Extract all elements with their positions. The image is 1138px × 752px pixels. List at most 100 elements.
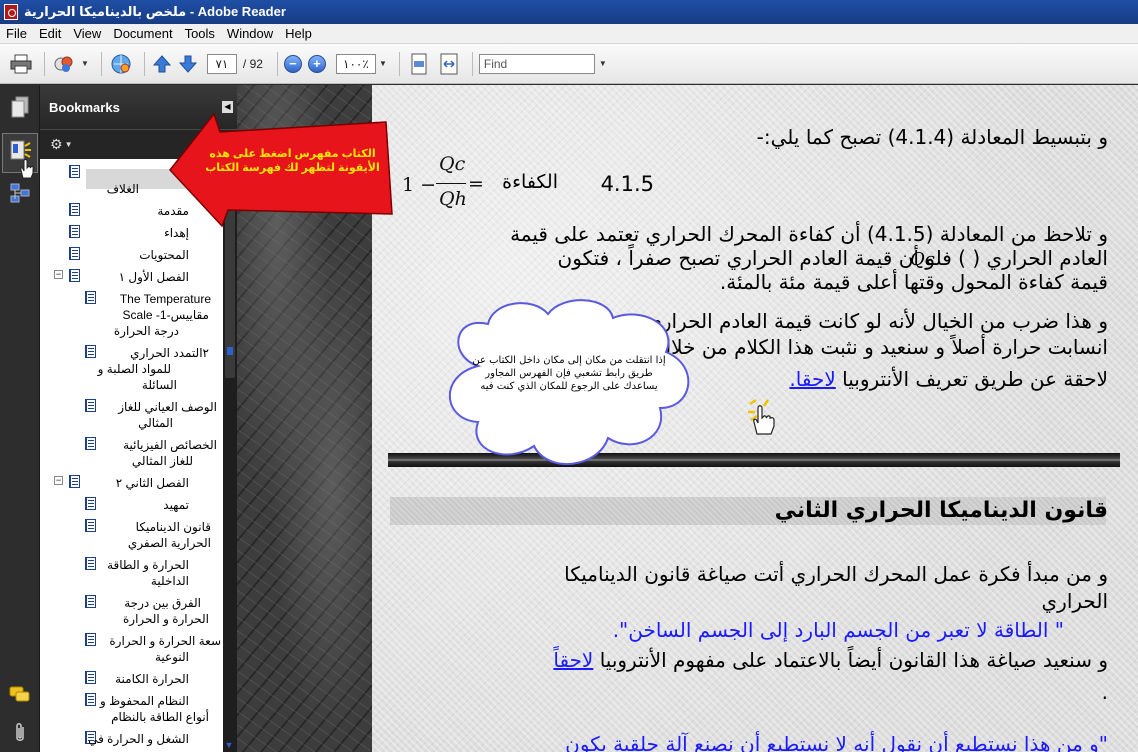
menu-file[interactable]: File bbox=[0, 26, 33, 41]
bookmark-item[interactable]: سعة الحرارة و الحرارة bbox=[109, 633, 221, 649]
options-dropdown-icon[interactable]: ▼ bbox=[65, 140, 73, 149]
bookmark-page-icon bbox=[85, 595, 96, 608]
collapse-toggle-icon[interactable]: − bbox=[54, 476, 63, 485]
bookmark-page-icon bbox=[85, 519, 96, 532]
equation-numerator: Qc bbox=[439, 153, 466, 175]
menu-help[interactable]: Help bbox=[279, 26, 318, 41]
menu-edit[interactable]: Edit bbox=[33, 26, 67, 41]
zoom-dropdown-icon[interactable]: ▼ bbox=[379, 59, 387, 68]
bookmark-item[interactable]: ٢التمدد الحراري bbox=[130, 345, 209, 361]
bookmark-item[interactable]: قانون الديناميكا bbox=[136, 519, 211, 535]
fit-page-icon bbox=[411, 53, 427, 74]
bookmark-item[interactable]: السائلة bbox=[142, 377, 177, 393]
bookmark-item[interactable]: الوصف العياني للغاز bbox=[118, 399, 217, 415]
zoom-level-input[interactable]: ١٠٠٪ bbox=[335, 53, 376, 74]
scroll-down-icon[interactable]: ▼ bbox=[223, 740, 235, 750]
red-callout-text: الكتاب مفهرس اضغط على هذه الأيقونة لتظهر… bbox=[205, 148, 380, 174]
law-quote: " الطاقة لا تعبر من الجسم البارد إلى الج… bbox=[612, 618, 1064, 642]
bookmark-item[interactable]: المحتويات bbox=[139, 247, 189, 263]
globe-update-icon bbox=[111, 54, 131, 73]
menu-tools[interactable]: Tools bbox=[179, 26, 221, 41]
gear-icon[interactable]: ⚙ bbox=[50, 136, 63, 153]
doc-line: لاحقة عن طريق تعريف الأنتروبيا لاحقا. bbox=[789, 368, 1108, 391]
arrow-down-icon bbox=[178, 55, 198, 73]
attachments-icon[interactable] bbox=[8, 721, 32, 745]
fit-width-icon bbox=[440, 53, 458, 74]
bookmark-page-icon bbox=[85, 693, 96, 706]
page-number-input[interactable]: ٧١ bbox=[206, 53, 237, 74]
bookmark-item[interactable]: درجة الحرارة bbox=[114, 323, 179, 339]
bookmark-item[interactable]: النظام المحفوظ و bbox=[100, 693, 189, 709]
doc-line: و تلاحظ من المعادلة (4.1.5) أن كفاءة الم… bbox=[510, 222, 1108, 246]
collapse-toggle-icon[interactable]: − bbox=[54, 270, 63, 279]
bookmark-page-icon bbox=[85, 291, 96, 304]
update-button[interactable] bbox=[108, 51, 134, 77]
doc-line: العادم الحراري ( ) فلو أن قيمة العادم ال… bbox=[557, 246, 1109, 270]
pages-icon[interactable] bbox=[8, 95, 32, 119]
adobe-reader-icon bbox=[4, 4, 18, 20]
bookmark-item[interactable]: الشغل و الحرارة في bbox=[88, 731, 189, 747]
page-total: / 92 bbox=[242, 56, 263, 71]
bookmark-item[interactable]: الفرق بين درجة bbox=[124, 595, 201, 611]
print-button[interactable] bbox=[8, 51, 34, 77]
toolbar-separator bbox=[44, 51, 45, 76]
toolbar-separator bbox=[143, 51, 145, 76]
layers-icon[interactable] bbox=[8, 181, 32, 205]
arrow-up-icon bbox=[152, 54, 172, 72]
bookmark-item[interactable]: الخصائص الفيزيائية bbox=[123, 437, 217, 453]
equation-denominator: Qh bbox=[439, 188, 467, 210]
zoom-in-button[interactable]: + bbox=[307, 54, 326, 73]
bookmark-item[interactable]: الفصل الأول ١ bbox=[119, 269, 189, 285]
bookmark-item[interactable]: الغلاف bbox=[107, 181, 139, 197]
bookmark-item[interactable]: The Temperature bbox=[120, 291, 211, 307]
later-link-2[interactable]: لاحقاً bbox=[553, 648, 593, 672]
bookmark-item[interactable]: تمهيد bbox=[163, 497, 189, 513]
fit-page-button[interactable] bbox=[406, 51, 432, 77]
bookmark-item[interactable]: الحرارية الصفري bbox=[128, 535, 211, 551]
toolbar: ▼ ٧١ / 92 − + ١٠٠٪ ▼ Find ▼ bbox=[0, 44, 1138, 84]
next-page-button[interactable] bbox=[177, 53, 199, 75]
find-dropdown-icon[interactable]: ▼ bbox=[599, 59, 607, 68]
bookmark-item[interactable]: الحرارة و الحرارة bbox=[123, 611, 209, 627]
bookmark-page-icon bbox=[85, 633, 96, 646]
bookmarks-title: Bookmarks bbox=[49, 100, 120, 115]
bookmark-item[interactable]: المثالي bbox=[138, 415, 173, 431]
zoom-out-button[interactable]: − bbox=[283, 54, 302, 73]
bookmark-page-icon bbox=[85, 345, 96, 358]
toolbar-separator bbox=[398, 51, 400, 76]
bookmarks-scrollbar[interactable] bbox=[223, 159, 237, 752]
bookmark-item[interactable]: للمواد الصلبة و bbox=[98, 361, 171, 377]
menu-document[interactable]: Document bbox=[107, 26, 178, 41]
bookmark-item[interactable]: الفصل الثاني ٢ bbox=[116, 475, 189, 491]
menu-window[interactable]: Window bbox=[221, 26, 279, 41]
printer-icon bbox=[10, 54, 32, 73]
comments-icon[interactable] bbox=[8, 683, 32, 707]
window-title: ملخص بالديناميكا الحرارية - Adobe Reader bbox=[24, 4, 286, 19]
bookmark-item[interactable]: الداخلية bbox=[151, 573, 189, 589]
bookmark-item[interactable]: للغاز المثالي bbox=[132, 453, 193, 469]
menu-view[interactable]: View bbox=[67, 26, 107, 41]
doc-line: الحراري bbox=[1041, 589, 1108, 613]
bookmark-page-icon bbox=[69, 247, 80, 260]
equation-one: 1 − bbox=[402, 174, 437, 196]
share-dropdown-icon[interactable]: ▼ bbox=[81, 59, 89, 68]
later-link[interactable]: لاحقا. bbox=[789, 367, 835, 391]
bookmark-item[interactable]: الحرارة و الطاقة bbox=[107, 557, 189, 573]
cloud-callout-text: إذا انتقلت من مكان إلى مكان داخل الكتاب … bbox=[472, 355, 666, 392]
bookmark-item[interactable]: مقاييس-1- Scale bbox=[123, 307, 209, 323]
equation-number: 4.1.5 bbox=[600, 172, 654, 196]
fit-width-button[interactable] bbox=[436, 51, 462, 77]
bookmark-item[interactable]: أنواع الطاقة بالنظام bbox=[111, 709, 209, 725]
scroll-position-marker bbox=[227, 347, 233, 355]
bookmark-item[interactable]: الحرارة الكامنة bbox=[115, 671, 189, 687]
toolbar-separator bbox=[471, 51, 473, 76]
doc-line: . bbox=[1101, 680, 1108, 704]
previous-page-button[interactable] bbox=[151, 53, 173, 75]
doc-line: و من مبدأ فكرة عمل المحرك الحراري أتت صي… bbox=[564, 562, 1108, 586]
fraction-bar bbox=[436, 183, 466, 184]
find-input[interactable]: Find bbox=[478, 53, 595, 74]
bookmark-item[interactable]: النوعية bbox=[155, 649, 189, 665]
bookmark-page-icon bbox=[85, 399, 96, 412]
bookmark-page-icon bbox=[69, 475, 80, 488]
share-button[interactable] bbox=[51, 51, 77, 77]
